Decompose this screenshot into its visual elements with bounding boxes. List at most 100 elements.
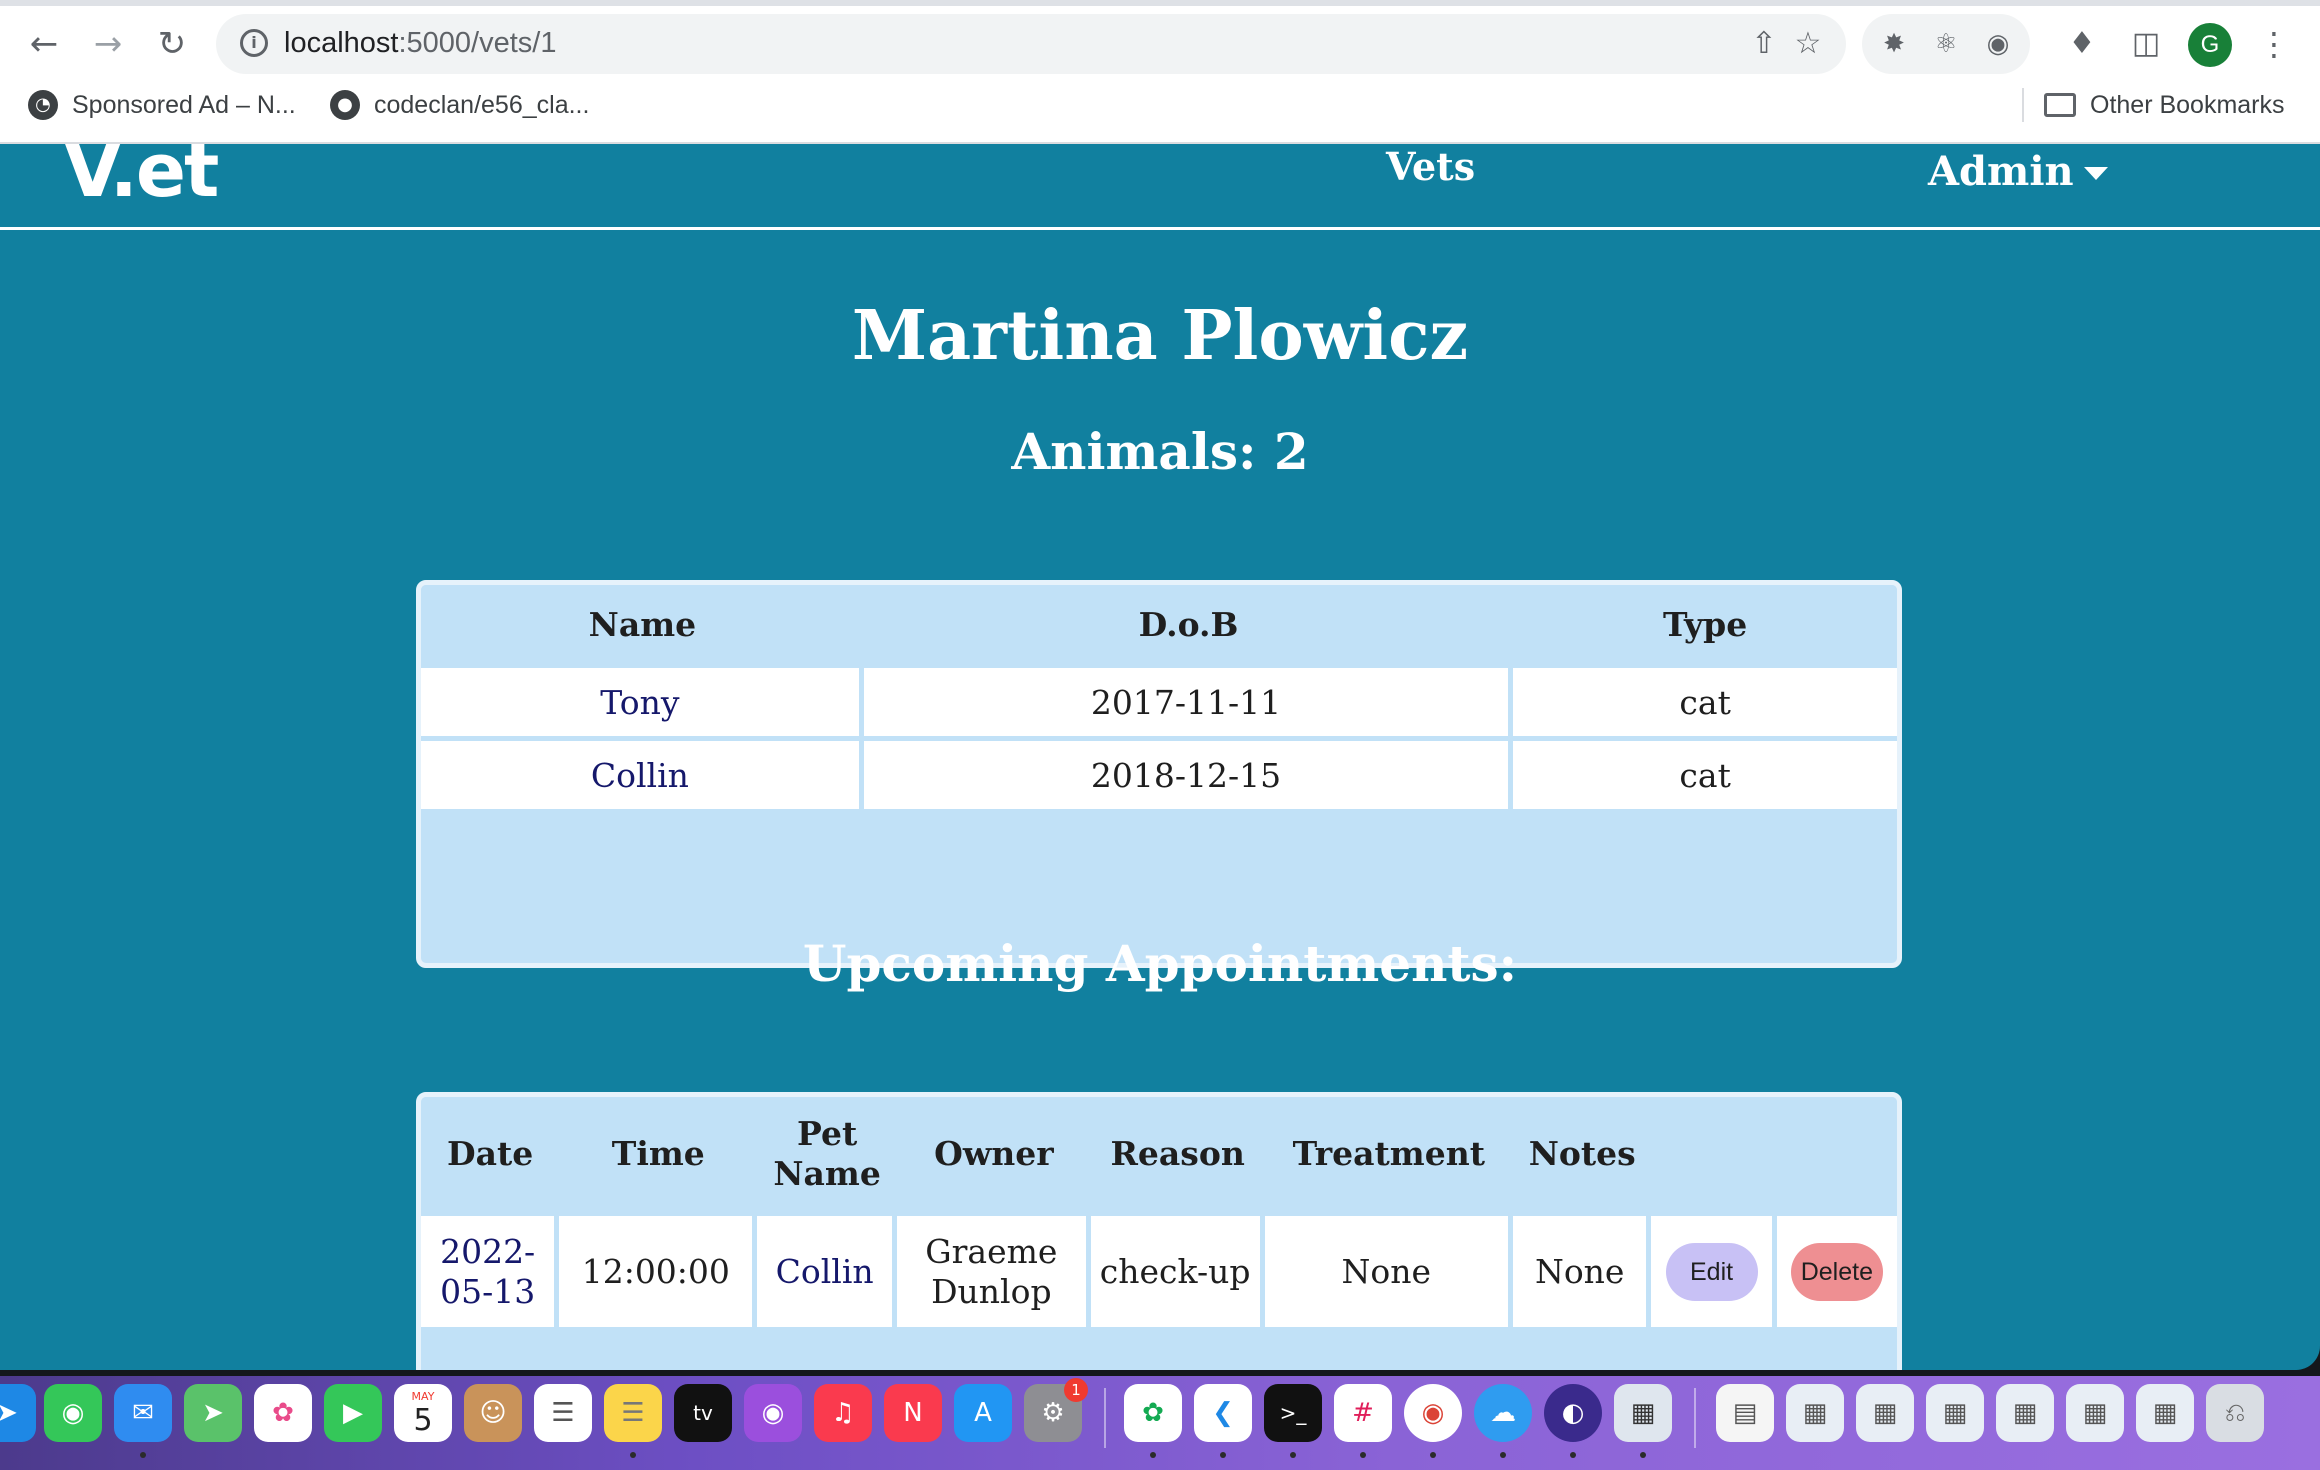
page-content: V.et Vets Admin Martina Plowicz Animals:… [0,144,2320,1370]
notes-icon[interactable]: ☰ [604,1384,662,1442]
github-icon: ● [330,90,360,120]
vscode-icon[interactable]: ❮ [1194,1384,1252,1442]
trash-icon[interactable]: ⎌ [2206,1384,2264,1442]
appointments-table: Date Time Pet Name Owner Reason Treatmen… [421,1097,1897,1327]
column-header: Notes [1513,1097,1652,1211]
running-indicator [1290,1452,1296,1458]
screenshot-thumbnail-icon[interactable]: ▦ [2136,1384,2194,1442]
screenshot-thumbnail-icon[interactable]: ▦ [1926,1384,1984,1442]
timer-icon[interactable]: ◐ [1544,1384,1602,1442]
column-header-actions [1651,1097,1777,1211]
apple-tv-icon[interactable]: tv [674,1384,732,1442]
music-icon[interactable]: ♫ [814,1384,872,1442]
address-bar[interactable]: i localhost:5000/vets/1 ⇧ ☆ [216,14,1846,74]
react-devtools-icon[interactable]: ⚛ [1928,26,1964,62]
slack-icon[interactable]: # [1334,1384,1392,1442]
terminal-icon[interactable]: >_ [1264,1384,1322,1442]
bookmark-star-icon[interactable]: ☆ [1788,24,1828,64]
browser-menu-icon[interactable]: ⋮ [2258,24,2290,64]
side-panel-icon[interactable]: ◫ [2126,24,2166,64]
column-header: Owner [896,1097,1091,1211]
nav-admin-dropdown[interactable]: Admin [1928,148,2108,195]
running-indicator [1150,1452,1156,1458]
url-path: :5000/vets/1 [398,27,557,59]
mongodb-compass-icon[interactable]: ✿ [1124,1384,1182,1442]
animal-name-link[interactable]: Tony [421,663,864,736]
json-extension-icon[interactable]: ◉ [1980,26,2016,62]
maps-icon[interactable]: ➤ [184,1384,242,1442]
animals-table: Name D.o.B Type Tony 2017-11-11 cat Coll… [421,585,1897,809]
chrome-icon[interactable]: ◉ [1404,1384,1462,1442]
tab-strip-edge [0,0,2320,6]
system-preferences-icon[interactable]: ⚙ 1 [1024,1378,1088,1442]
profile-avatar[interactable]: G [2188,23,2232,67]
edit-cell: Edit [1651,1211,1777,1327]
running-indicator [1500,1452,1506,1458]
bug-extension-icon[interactable]: ✸ [1876,26,1912,62]
facetime-icon[interactable]: ▶ [324,1384,382,1442]
animals-table-container: Name D.o.B Type Tony 2017-11-11 cat Coll… [416,580,1902,968]
photos-icon[interactable]: ✿ [254,1384,312,1442]
contacts-icon[interactable]: ☺ [464,1384,522,1442]
running-indicator [1430,1452,1436,1458]
address-url[interactable]: localhost:5000/vets/1 [284,27,556,60]
screenshot-thumbnail-icon[interactable]: ▦ [1996,1384,2054,1442]
app-store-icon[interactable]: A [954,1384,1012,1442]
column-header: D.o.B [863,585,1514,663]
reload-icon[interactable]: ↻ [152,24,192,64]
screenshot-thumbnail-icon[interactable]: ▦ [2066,1384,2124,1442]
folder-icon [2044,93,2076,117]
animal-type: cat [1513,663,1897,736]
messages-icon[interactable]: ◉ [44,1384,102,1442]
screenshot-thumbnail-icon[interactable]: ▦ [1856,1384,1914,1442]
bookmark-item[interactable]: ◔ Sponsored Ad – N... [28,86,296,124]
appointment-date-link[interactable]: 2022-05-13 [421,1211,560,1327]
browser-toolbar: ← → ↻ i localhost:5000/vets/1 ⇧ ☆ ✸ ⚛ ◉ … [0,8,2320,78]
appointment-treatment: None [1264,1211,1514,1327]
share-icon[interactable]: ⇧ [1744,24,1784,64]
running-indicator [1640,1452,1646,1458]
extensions-group: ✸ ⚛ ◉ [1862,14,2030,74]
other-bookmarks[interactable]: Other Bookmarks [2044,86,2285,124]
preview-icon[interactable]: ▦ [1614,1384,1672,1442]
column-header: Reason [1090,1097,1265,1211]
calendar-icon[interactable]: MAY 5 [394,1384,452,1442]
running-indicator [140,1452,146,1458]
news-icon[interactable]: N [884,1384,942,1442]
reminders-icon[interactable]: ☰ [534,1384,592,1442]
nav-admin-label: Admin [1928,148,2074,195]
site-info-icon[interactable]: i [240,29,268,57]
appointment-owner: Graeme Dunlop [896,1211,1091,1327]
other-bookmarks-label: Other Bookmarks [2090,90,2285,119]
table-row: 2022-05-13 12:00:00 Collin Graeme Dunlop… [421,1211,1897,1327]
caret-down-icon [2083,167,2108,180]
extensions-puzzle-icon[interactable]: ♦ [2062,24,2102,64]
animal-type: cat [1513,736,1897,809]
table-header-row: Name D.o.B Type [421,585,1897,663]
column-header: Pet Name [757,1097,897,1211]
document-stack-icon[interactable]: ▤ [1716,1384,1774,1442]
appointment-time: 12:00:00 [559,1211,758,1327]
delete-button[interactable]: Delete [1790,1242,1883,1301]
bookmark-item[interactable]: ● codeclan/e56_cla... [330,86,589,124]
mail-icon[interactable]: ✉ [114,1384,172,1442]
appointment-pet-link[interactable]: Collin [757,1211,897,1327]
column-header: Date [421,1097,560,1211]
bookmarks-divider [2022,88,2024,122]
dock-separator [1694,1388,1696,1448]
column-header-actions [1776,1097,1897,1211]
column-header: Type [1513,585,1897,663]
postico-icon[interactable]: ☁ [1474,1384,1532,1442]
forward-arrow-icon[interactable]: → [88,24,128,64]
animal-name-link[interactable]: Collin [421,736,864,809]
table-row: Tony 2017-11-11 cat [421,663,1897,736]
nav-link-vets[interactable]: Vets [1386,144,1475,189]
screenshot-thumbnail-icon[interactable]: ▦ [1786,1384,1844,1442]
podcasts-icon[interactable]: ◉ [744,1384,802,1442]
back-arrow-icon[interactable]: ← [24,24,64,64]
running-indicator [1220,1452,1226,1458]
site-logo[interactable]: V.et [64,144,219,214]
bookmark-label: Sponsored Ad – N... [72,90,296,119]
edit-button[interactable]: Edit [1665,1242,1758,1301]
safari-icon[interactable]: ➤ [0,1384,36,1442]
